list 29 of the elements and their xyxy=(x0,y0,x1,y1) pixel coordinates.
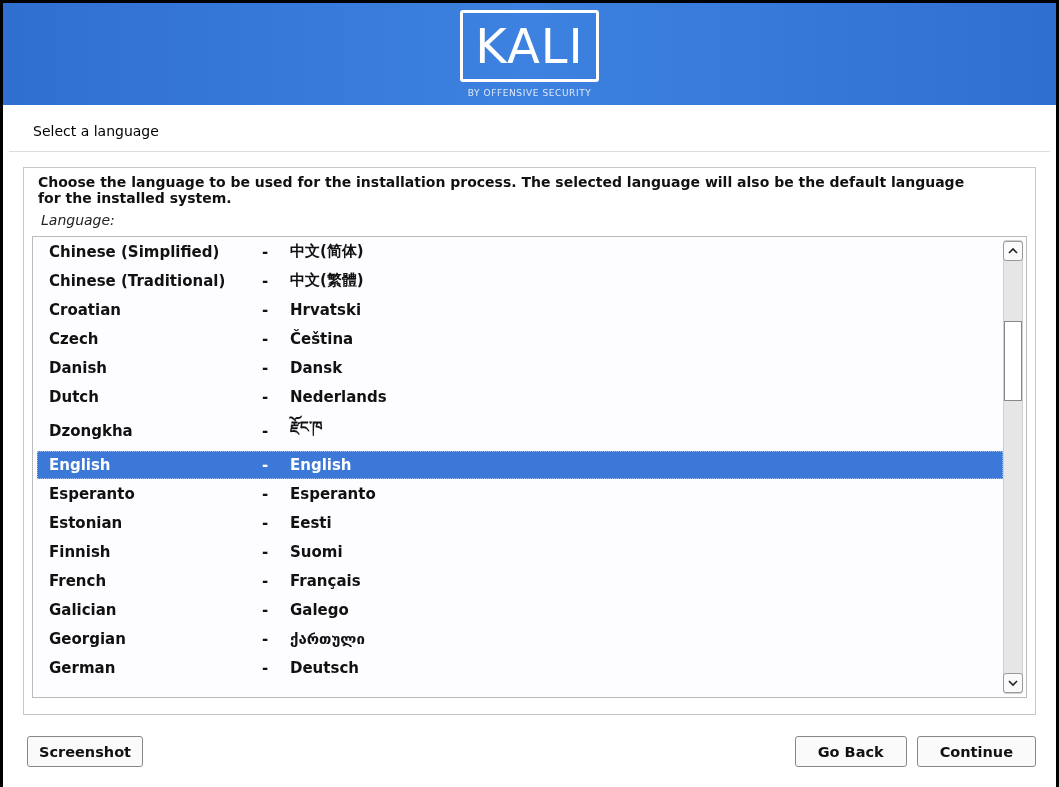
language-item[interactable]: Danish - Dansk xyxy=(37,353,1003,382)
language-item[interactable]: French - Français xyxy=(37,566,1003,595)
page-title: Select a language xyxy=(9,105,1050,152)
language-item[interactable]: Galician - Galego xyxy=(37,595,1003,624)
language-item[interactable]: Estonian - Eesti xyxy=(37,508,1003,537)
back-button[interactable]: Go Back xyxy=(794,736,907,767)
language-item[interactable]: Georgian - ქართული xyxy=(37,624,1003,653)
scroll-thumb[interactable] xyxy=(1004,321,1022,401)
language-item[interactable]: Czech - Čeština xyxy=(37,324,1003,353)
scroll-up-button[interactable] xyxy=(1003,241,1023,261)
chevron-up-icon xyxy=(1008,247,1018,255)
language-item[interactable]: English - English xyxy=(37,451,1003,479)
language-item[interactable]: Dutch - Nederlands xyxy=(37,382,1003,411)
continue-button[interactable]: Continue xyxy=(916,736,1036,767)
language-item[interactable]: Chinese (Traditional) - 中文(繁體) xyxy=(37,266,1003,295)
language-item[interactable]: Dzongkha - རྫོང་ཁ xyxy=(37,411,1003,451)
language-item[interactable]: Finnish - Suomi xyxy=(37,537,1003,566)
list-label: Language: xyxy=(40,211,116,230)
screenshot-button[interactable]: Screenshot xyxy=(27,736,144,767)
chevron-down-icon xyxy=(1008,679,1018,687)
description-text: Choose the language to be used for the installation process. The selected language will also be the default language for the installed system. xyxy=(37,174,966,206)
logo-text: KALI xyxy=(475,22,584,70)
language-item[interactable]: Esperanto - Esperanto xyxy=(37,479,1003,508)
scroll-down-button[interactable] xyxy=(1003,673,1023,693)
logo-tagline: BY OFFENSIVE SECURITY xyxy=(467,88,592,98)
language-item[interactable]: Chinese (Simplified) - 中文(简体) xyxy=(37,237,1003,266)
language-item[interactable]: Croatian - Hrvatski xyxy=(37,295,1003,324)
language-item[interactable]: German - Deutsch xyxy=(37,653,1003,682)
scrollbar[interactable] xyxy=(1003,240,1023,694)
